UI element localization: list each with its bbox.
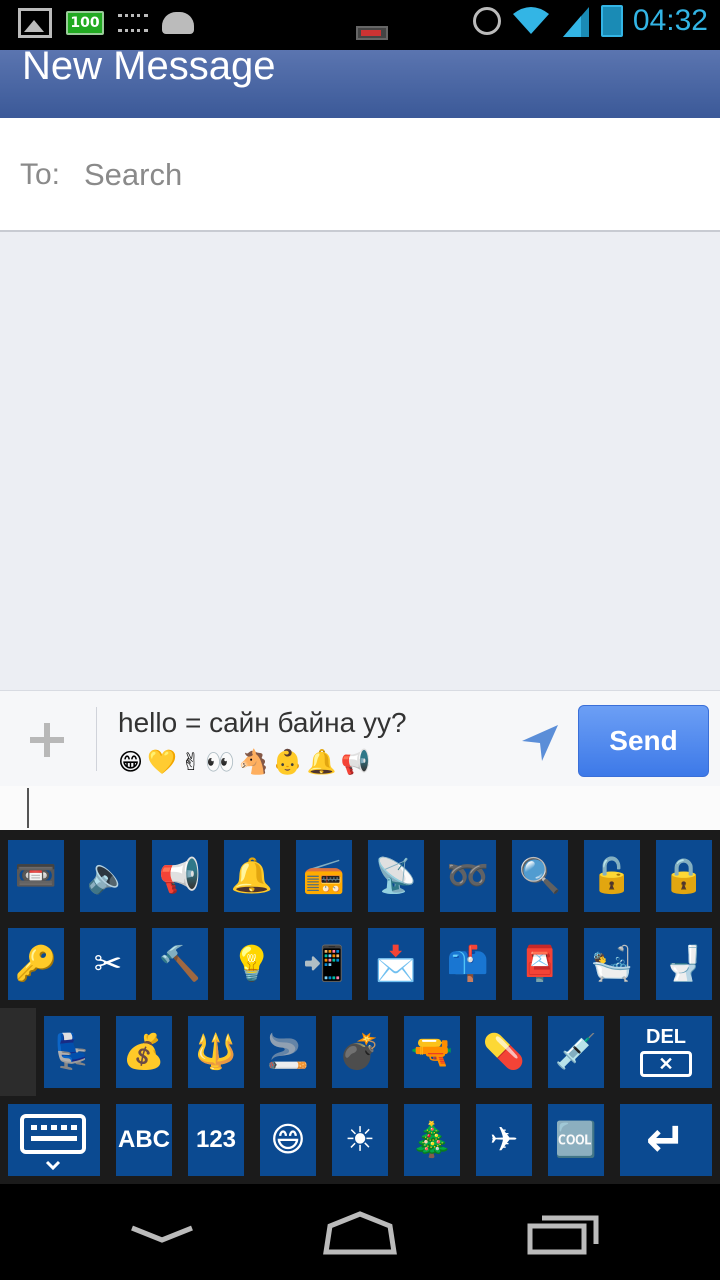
clock-time: 04:32 bbox=[632, 4, 708, 37]
postbox-key[interactable]: 📮 bbox=[512, 928, 568, 1000]
message-input-text[interactable]: hello = сайн байна уу? bbox=[118, 707, 407, 739]
home-icon[interactable] bbox=[320, 1208, 400, 1258]
status-right-icons: 04:32 bbox=[472, 4, 708, 38]
screen: 100 04:32 New Message To: hell bbox=[0, 0, 720, 1280]
victory-hand-emoji: ✌ bbox=[180, 748, 202, 776]
message-thread-area bbox=[0, 232, 720, 690]
wifi-icon bbox=[512, 7, 549, 34]
android-notification-icon bbox=[162, 12, 194, 34]
battery-full-notification-icon: 100 bbox=[66, 11, 104, 35]
speaker-key[interactable]: 🔈 bbox=[80, 840, 136, 912]
keyboard-notification-icon bbox=[118, 14, 148, 32]
unlock-key[interactable]: 🔓 bbox=[584, 840, 640, 912]
smile-key[interactable]: 😄 bbox=[260, 1104, 316, 1176]
magnifier-key[interactable]: 🔍 bbox=[512, 840, 568, 912]
videocassette-key[interactable]: 📼 bbox=[8, 840, 64, 912]
horse-emoji: 🐴 bbox=[238, 748, 269, 776]
keyboard-row-indent bbox=[0, 1008, 36, 1096]
numbers-key[interactable]: 123 bbox=[188, 1104, 244, 1176]
baby-emoji: 👶 bbox=[272, 748, 303, 776]
video-notification-icon bbox=[356, 26, 388, 40]
abc-key[interactable]: ABC bbox=[116, 1104, 172, 1176]
gun-key[interactable]: 🔫 bbox=[404, 1016, 460, 1088]
battery-charging-icon bbox=[600, 5, 623, 37]
megaphone-emoji: 📢 bbox=[340, 748, 371, 776]
megaphone-key[interactable]: 📢 bbox=[152, 840, 208, 912]
light-bulb-key[interactable]: 💡 bbox=[224, 928, 280, 1000]
delete-label: DEL bbox=[646, 1026, 686, 1048]
syringe-key[interactable]: 💉 bbox=[548, 1016, 604, 1088]
text-cursor bbox=[27, 788, 29, 828]
bell-emoji: 🔔 bbox=[306, 748, 337, 776]
bell-key[interactable]: 🔔 bbox=[224, 840, 280, 912]
navigation-bar bbox=[0, 1184, 720, 1280]
recipient-search-input[interactable] bbox=[84, 150, 684, 200]
envelope-arrow-key[interactable]: 📩 bbox=[368, 928, 424, 1000]
message-emoji-row[interactable]: 😁 💛 ✌ 👀 🐴 👶 🔔 📢 bbox=[118, 747, 370, 777]
sun-key[interactable]: ☀ bbox=[332, 1104, 388, 1176]
mailbox-key[interactable]: 📫 bbox=[440, 928, 496, 1000]
to-label: To: bbox=[20, 158, 61, 191]
status-left-icons: 100 bbox=[18, 8, 194, 38]
keyboard-switch-key[interactable] bbox=[8, 1104, 100, 1176]
money-bag-key[interactable]: 💰 bbox=[116, 1016, 172, 1088]
smoking-key[interactable]: 🚬 bbox=[260, 1016, 316, 1088]
enter-key[interactable]: ↵ bbox=[620, 1104, 712, 1176]
status-bar: 100 04:32 bbox=[0, 0, 720, 50]
back-chevron-down-icon[interactable] bbox=[122, 1208, 202, 1258]
christmas-tree-key[interactable]: 🎄 bbox=[404, 1104, 460, 1176]
cursor-strip bbox=[0, 786, 720, 830]
bathtub-key[interactable]: 🛀 bbox=[584, 928, 640, 1000]
grin-emoji: 😁 bbox=[118, 748, 144, 776]
keyboard-icon bbox=[20, 1114, 86, 1170]
delete-key[interactable]: DEL ✕ bbox=[620, 1016, 712, 1088]
scissors-key[interactable]: ✂ bbox=[80, 928, 136, 1000]
cool-key[interactable]: 🆒 bbox=[548, 1104, 604, 1176]
attach-plus-icon[interactable] bbox=[28, 721, 68, 761]
key-key[interactable]: 🔑 bbox=[8, 928, 64, 1000]
signal-icon bbox=[562, 7, 589, 37]
composer-divider bbox=[96, 707, 97, 771]
seat-key[interactable]: 💺 bbox=[44, 1016, 100, 1088]
eyes-emoji: 👀 bbox=[205, 748, 235, 776]
backspace-icon: ✕ bbox=[640, 1051, 692, 1077]
satellite-key[interactable]: 📡 bbox=[368, 840, 424, 912]
recipient-row: To: bbox=[0, 118, 720, 232]
location-arrow-icon[interactable] bbox=[520, 723, 560, 763]
recent-apps-icon[interactable] bbox=[524, 1208, 604, 1258]
emoji-keyboard: 📼 🔈 📢 🔔 📻 📡 ➿ 🔍 🔓 🔒 🔑 ✂ 🔨 💡 📲 📩 📫 📮 🛀 🚽 … bbox=[0, 830, 720, 1184]
pill-key[interactable]: 💊 bbox=[476, 1016, 532, 1088]
bomb-key[interactable]: 💣 bbox=[332, 1016, 388, 1088]
toilet-key[interactable]: 🚽 bbox=[656, 928, 712, 1000]
message-composer: hello = сайн байна уу? 😁 💛 ✌ 👀 🐴 👶 🔔 📢 S… bbox=[0, 690, 720, 786]
loop-key[interactable]: ➿ bbox=[440, 840, 496, 912]
alarm-icon bbox=[472, 7, 501, 35]
send-button[interactable]: Send bbox=[578, 705, 709, 777]
yellow-heart-emoji: 💛 bbox=[147, 748, 177, 776]
gallery-notification-icon bbox=[18, 8, 52, 38]
mobile-arrow-key[interactable]: 📲 bbox=[296, 928, 352, 1000]
lock-key[interactable]: 🔒 bbox=[656, 840, 712, 912]
page-title: New Message bbox=[22, 44, 276, 88]
hammer-key[interactable]: 🔨 bbox=[152, 928, 208, 1000]
trident-key[interactable]: 🔱 bbox=[188, 1016, 244, 1088]
radio-key[interactable]: 📻 bbox=[296, 840, 352, 912]
app-header: New Message bbox=[0, 44, 720, 118]
airplane-key[interactable]: ✈ bbox=[476, 1104, 532, 1176]
